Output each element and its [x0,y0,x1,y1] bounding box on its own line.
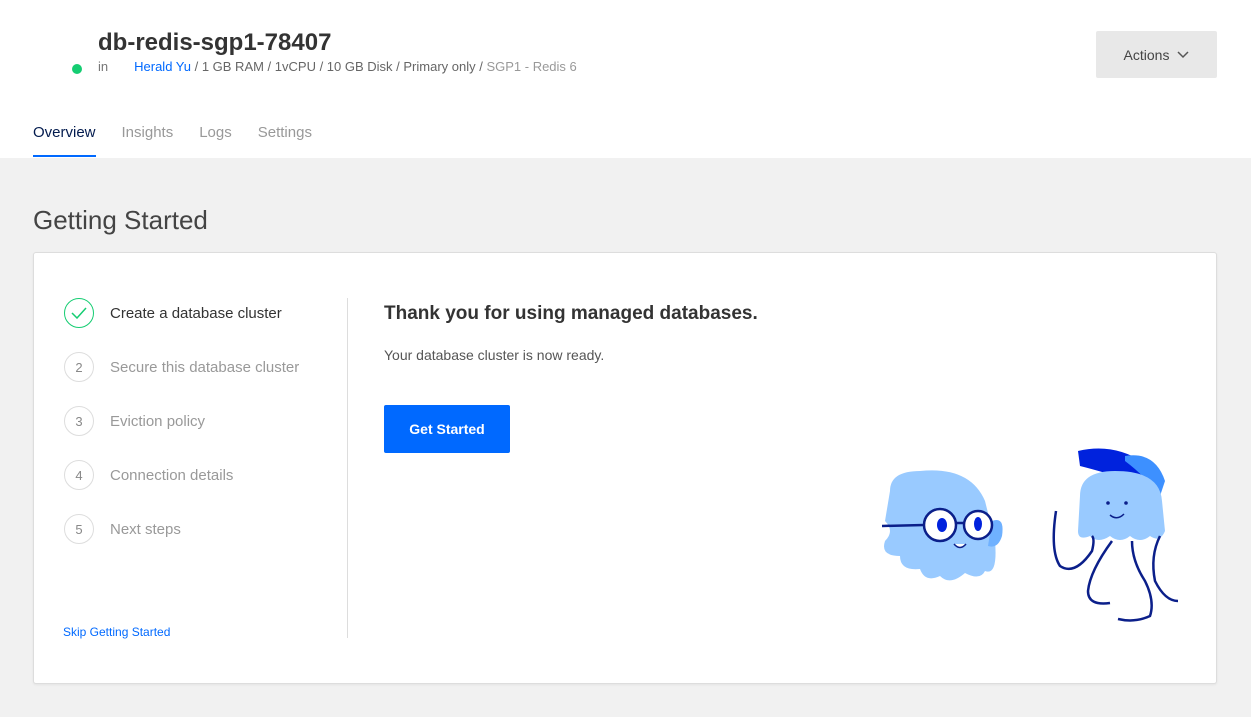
tab-insights[interactable]: Insights [122,124,174,157]
divider [347,298,348,638]
page-header: db-redis-sgp1-78407 in Herald Yu / 1 GB R… [0,0,1251,158]
welcome-title: Thank you for using managed databases. [384,303,758,324]
actions-button[interactable]: Actions [1096,31,1217,78]
tab-bar: Overview Insights Logs Settings [33,124,312,157]
tab-overview[interactable]: Overview [33,124,96,157]
owner-link[interactable]: Herald Yu [134,59,191,74]
cluster-meta: in Herald Yu / 1 GB RAM / 1vCPU / 10 GB D… [98,59,577,74]
step-create-cluster[interactable]: Create a database cluster [64,298,299,328]
step-secure-cluster[interactable]: 2 Secure this database cluster [64,352,299,382]
get-started-button[interactable]: Get Started [384,405,510,453]
step-eviction-policy[interactable]: 3 Eviction policy [64,406,299,436]
skip-getting-started-link[interactable]: Skip Getting Started [63,625,170,639]
status-online-indicator [72,64,82,74]
welcome-subtitle: Your database cluster is now ready. [384,347,605,363]
welcome-panel: Thank you for using managed databases. Y… [384,303,758,453]
step-next-steps[interactable]: 5 Next steps [64,514,299,544]
chevron-down-icon [1177,50,1189,58]
tab-logs[interactable]: Logs [199,124,232,157]
check-icon [64,298,94,328]
tab-settings[interactable]: Settings [258,124,312,157]
jellyfish-illustration [881,448,1179,622]
section-title: Getting Started [33,205,208,235]
page-title: db-redis-sgp1-78407 [98,29,332,56]
steps-list: Create a database cluster 2 Secure this d… [64,298,299,568]
step-connection-details[interactable]: 4 Connection details [64,460,299,490]
getting-started-card: Create a database cluster 2 Secure this d… [33,252,1217,684]
